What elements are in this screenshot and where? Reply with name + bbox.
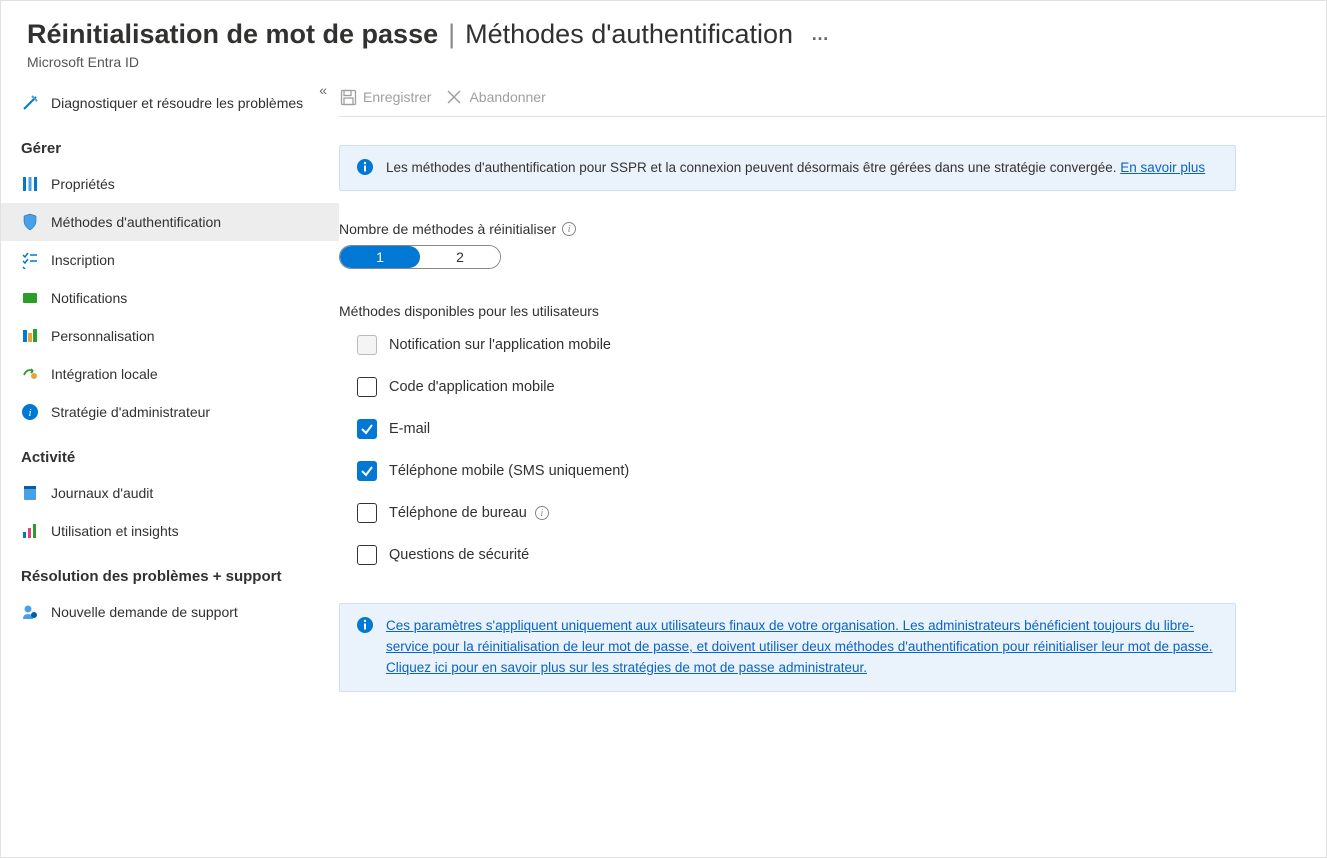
discard-label: Abandonner [469,89,545,105]
checkbox-icon[interactable] [357,419,377,439]
reset-count-toggle[interactable]: 1 2 [339,245,501,269]
sidebar-item-label: Stratégie d'administrateur [51,404,210,420]
method-mobile-app-notification[interactable]: Notification sur l'application mobile [357,335,1296,355]
reset-count-label: Nombre de méthodes à réinitialiser i [339,221,1296,237]
methods-list: Notification sur l'application mobile Co… [357,335,1296,565]
section-activity: Activité [1,431,339,474]
checkbox-icon[interactable] [357,503,377,523]
sidebar-item-label: Personnalisation [51,328,155,344]
sidebar-item-label: Utilisation et insights [51,523,179,539]
sidebar-item-label: Notifications [51,290,127,306]
discard-button[interactable]: Abandonner [445,88,545,106]
page-subtitle: Méthodes d'authentification [465,19,793,50]
insights-icon [21,522,39,540]
save-icon [339,88,357,106]
sidebar-item-registration[interactable]: Inscription [1,241,339,279]
toggle-option-1[interactable]: 1 [340,246,420,268]
method-mobile-app-code[interactable]: Code d'application mobile [357,377,1296,397]
page-title: Réinitialisation de mot de passe [27,19,438,50]
sync-icon [21,365,39,383]
method-label: Téléphone mobile (SMS uniquement) [389,463,629,479]
sidebar-item-customization[interactable]: Personnalisation [1,317,339,355]
method-office-phone[interactable]: Téléphone de bureau i [357,503,1296,523]
help-icon[interactable]: i [535,506,549,520]
sidebar-item-notifications[interactable]: Notifications [1,279,339,317]
log-icon [21,484,39,502]
method-label: Téléphone de bureau i [389,505,549,521]
main-content: Enregistrer Abandonner Les méthodes d'au… [339,78,1326,854]
sidebar-item-label: Méthodes d'authentification [51,214,221,230]
method-label: Questions de sécurité [389,547,529,563]
sidebar-item-label: Inscription [51,252,115,268]
method-label: Code d'application mobile [389,379,555,395]
notification-icon [21,289,39,307]
save-button[interactable]: Enregistrer [339,88,431,106]
title-separator: | [448,19,455,50]
checkbox-icon[interactable] [357,335,377,355]
more-icon[interactable]: … [811,24,829,45]
section-manage: Gérer [1,122,339,165]
properties-icon [21,175,39,193]
sidebar-item-label: Nouvelle demande de support [51,604,238,620]
svg-text:i: i [28,407,31,419]
sidebar-item-label: Journaux d'audit [51,485,153,501]
info-text: Les méthodes d'authentification pour SSP… [386,160,1120,175]
section-support: Résolution des problèmes + support [1,550,339,593]
checklist-icon [21,251,39,269]
product-name: Microsoft Entra ID [27,54,1300,70]
sidebar-item-usage[interactable]: Utilisation et insights [1,512,339,550]
info-link[interactable]: En savoir plus [1120,160,1205,175]
sidebar-item-onprem[interactable]: Intégration locale [1,355,339,393]
info-banner-bottom: Ces paramètres s'appliquent uniquement a… [339,603,1236,692]
sidebar-item-properties[interactable]: Propriétés [1,165,339,203]
collapse-sidebar-icon[interactable]: « [319,82,327,98]
methods-heading: Méthodes disponibles pour les utilisateu… [339,303,1296,319]
save-label: Enregistrer [363,89,431,105]
info-icon [356,616,374,634]
sidebar-item-admin-policy[interactable]: i Stratégie d'administrateur [1,393,339,431]
info-icon: i [21,403,39,421]
sidebar-item-auth-methods[interactable]: Méthodes d'authentification [1,203,339,241]
checkbox-icon[interactable] [357,461,377,481]
sidebar-item-label: Intégration locale [51,366,158,382]
support-icon [21,603,39,621]
sidebar-item-support-request[interactable]: Nouvelle demande de support [1,593,339,631]
checkbox-icon[interactable] [357,545,377,565]
info-icon [356,158,374,176]
tools-icon [21,94,39,112]
sidebar-item-label: Diagnostiquer et résoudre les problèmes [51,95,303,111]
toggle-option-2[interactable]: 2 [420,246,500,268]
help-icon[interactable]: i [562,222,576,236]
sidebar-item-diagnose[interactable]: Diagnostiquer et résoudre les problèmes [1,84,339,122]
method-label: Notification sur l'application mobile [389,337,611,353]
method-security-questions[interactable]: Questions de sécurité [357,545,1296,565]
customization-icon [21,327,39,345]
checkbox-icon[interactable] [357,377,377,397]
shield-icon [21,213,39,231]
close-icon [445,88,463,106]
sidebar-item-audit-logs[interactable]: Journaux d'audit [1,474,339,512]
info-banner-top: Les méthodes d'authentification pour SSP… [339,145,1236,191]
sidebar: « Diagnostiquer et résoudre les problème… [1,78,339,854]
toolbar: Enregistrer Abandonner [339,78,1326,117]
method-email[interactable]: E-mail [357,419,1296,439]
method-mobile-phone[interactable]: Téléphone mobile (SMS uniquement) [357,461,1296,481]
page-header: Réinitialisation de mot de passe | Métho… [1,1,1326,78]
sidebar-item-label: Propriétés [51,176,115,192]
method-label: E-mail [389,421,430,437]
admin-policy-link[interactable]: Ces paramètres s'appliquent uniquement a… [386,618,1213,675]
